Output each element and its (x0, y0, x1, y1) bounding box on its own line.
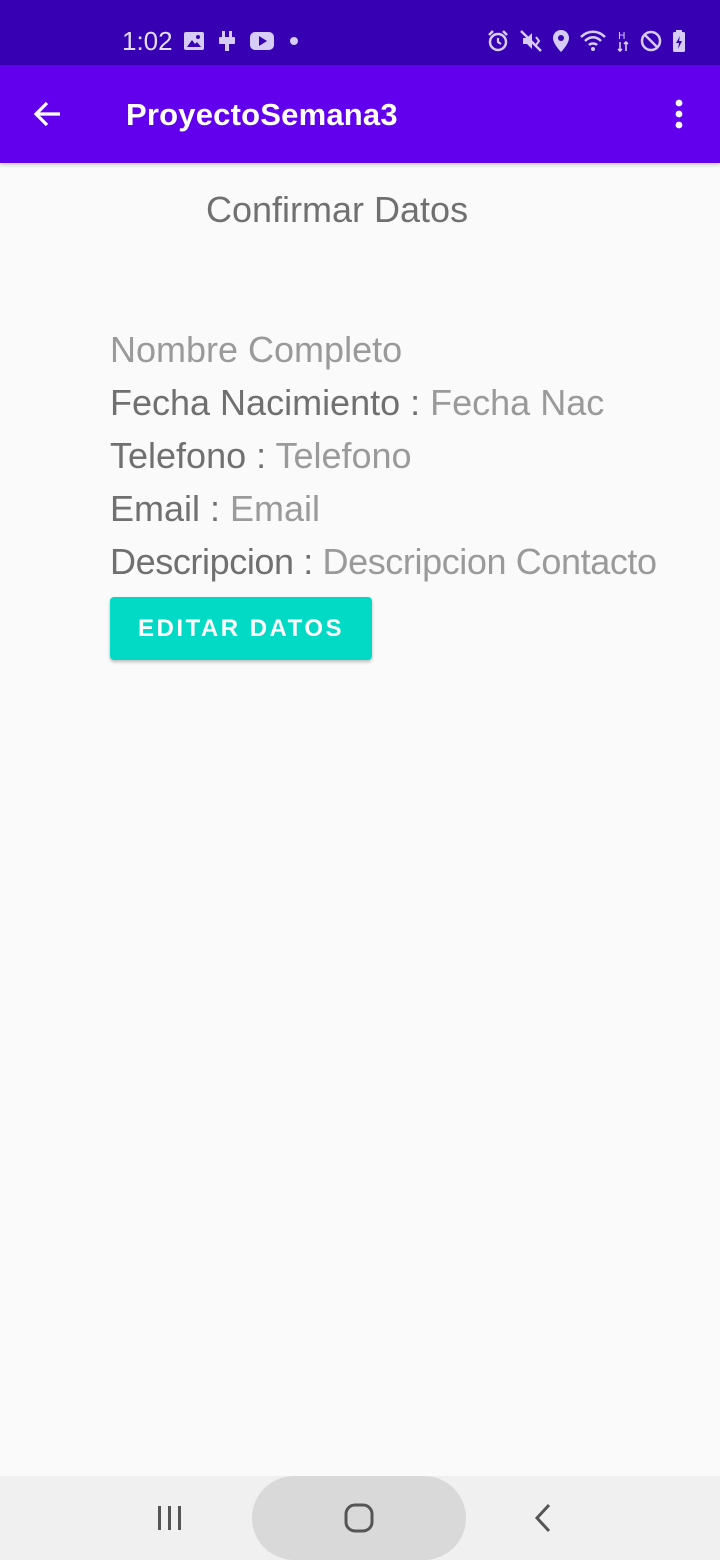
description-row: Descripcion : Descripcion Contacto (110, 540, 657, 584)
phone-row: Telefono : Telefono (110, 434, 412, 478)
arrow-back-icon (33, 101, 60, 127)
description-label: Descripcion : (110, 541, 323, 582)
birth-date-label: Fecha Nacimiento : (110, 382, 431, 423)
dot-icon (290, 37, 298, 45)
svg-text:H: H (618, 31, 626, 42)
youtube-icon (250, 32, 274, 50)
home-icon (344, 1503, 374, 1533)
recent-apps-button[interactable] (130, 1476, 210, 1560)
birth-date-row: Fecha Nacimiento : Fecha Nac (110, 381, 604, 425)
home-button[interactable] (316, 1476, 402, 1560)
app-title: ProyectoSemana3 (126, 97, 398, 132)
vibrate-icon (520, 30, 542, 52)
phone-value: Telefono (275, 435, 412, 476)
back-chevron-icon (534, 1503, 551, 1533)
phone-label: Telefono : (110, 435, 276, 476)
alarm-icon (488, 30, 508, 52)
email-value: Email (230, 488, 321, 529)
name-row: Nombre Completo (110, 328, 402, 372)
usb-icon (219, 31, 235, 51)
location-icon (553, 30, 569, 52)
description-value: Descripcion Contacto (322, 541, 657, 582)
navigation-bar (0, 1476, 720, 1560)
screen: 1:02 H ProyectoSemana3 Confirmar Datos N… (0, 0, 720, 1560)
email-row: Email : Email (110, 487, 320, 531)
email-label: Email : (110, 488, 231, 529)
recent-apps-icon (158, 1506, 181, 1530)
network-h-icon: H (617, 31, 629, 53)
name-value: Nombre Completo (110, 329, 403, 370)
status-time: 1:02 (122, 26, 173, 56)
status-bar: 1:02 H (0, 0, 720, 65)
notification-icons (183, 28, 301, 54)
system-status-icons: H (486, 28, 686, 54)
image-icon (184, 32, 204, 50)
screen-heading: Confirmar Datos (206, 189, 469, 230)
more-vert-icon (675, 99, 683, 129)
do-not-disturb-icon (640, 30, 662, 52)
battery-icon (673, 30, 685, 52)
edit-data-button[interactable]: EDITAR DATOS (110, 597, 372, 660)
overflow-menu-button[interactable] (658, 90, 700, 138)
app-bar: ProyectoSemana3 (0, 65, 720, 163)
birth-date-value: Fecha Nac (430, 382, 605, 423)
back-button[interactable] (22, 90, 74, 138)
system-back-button[interactable] (506, 1476, 582, 1560)
wifi-icon (580, 30, 606, 51)
